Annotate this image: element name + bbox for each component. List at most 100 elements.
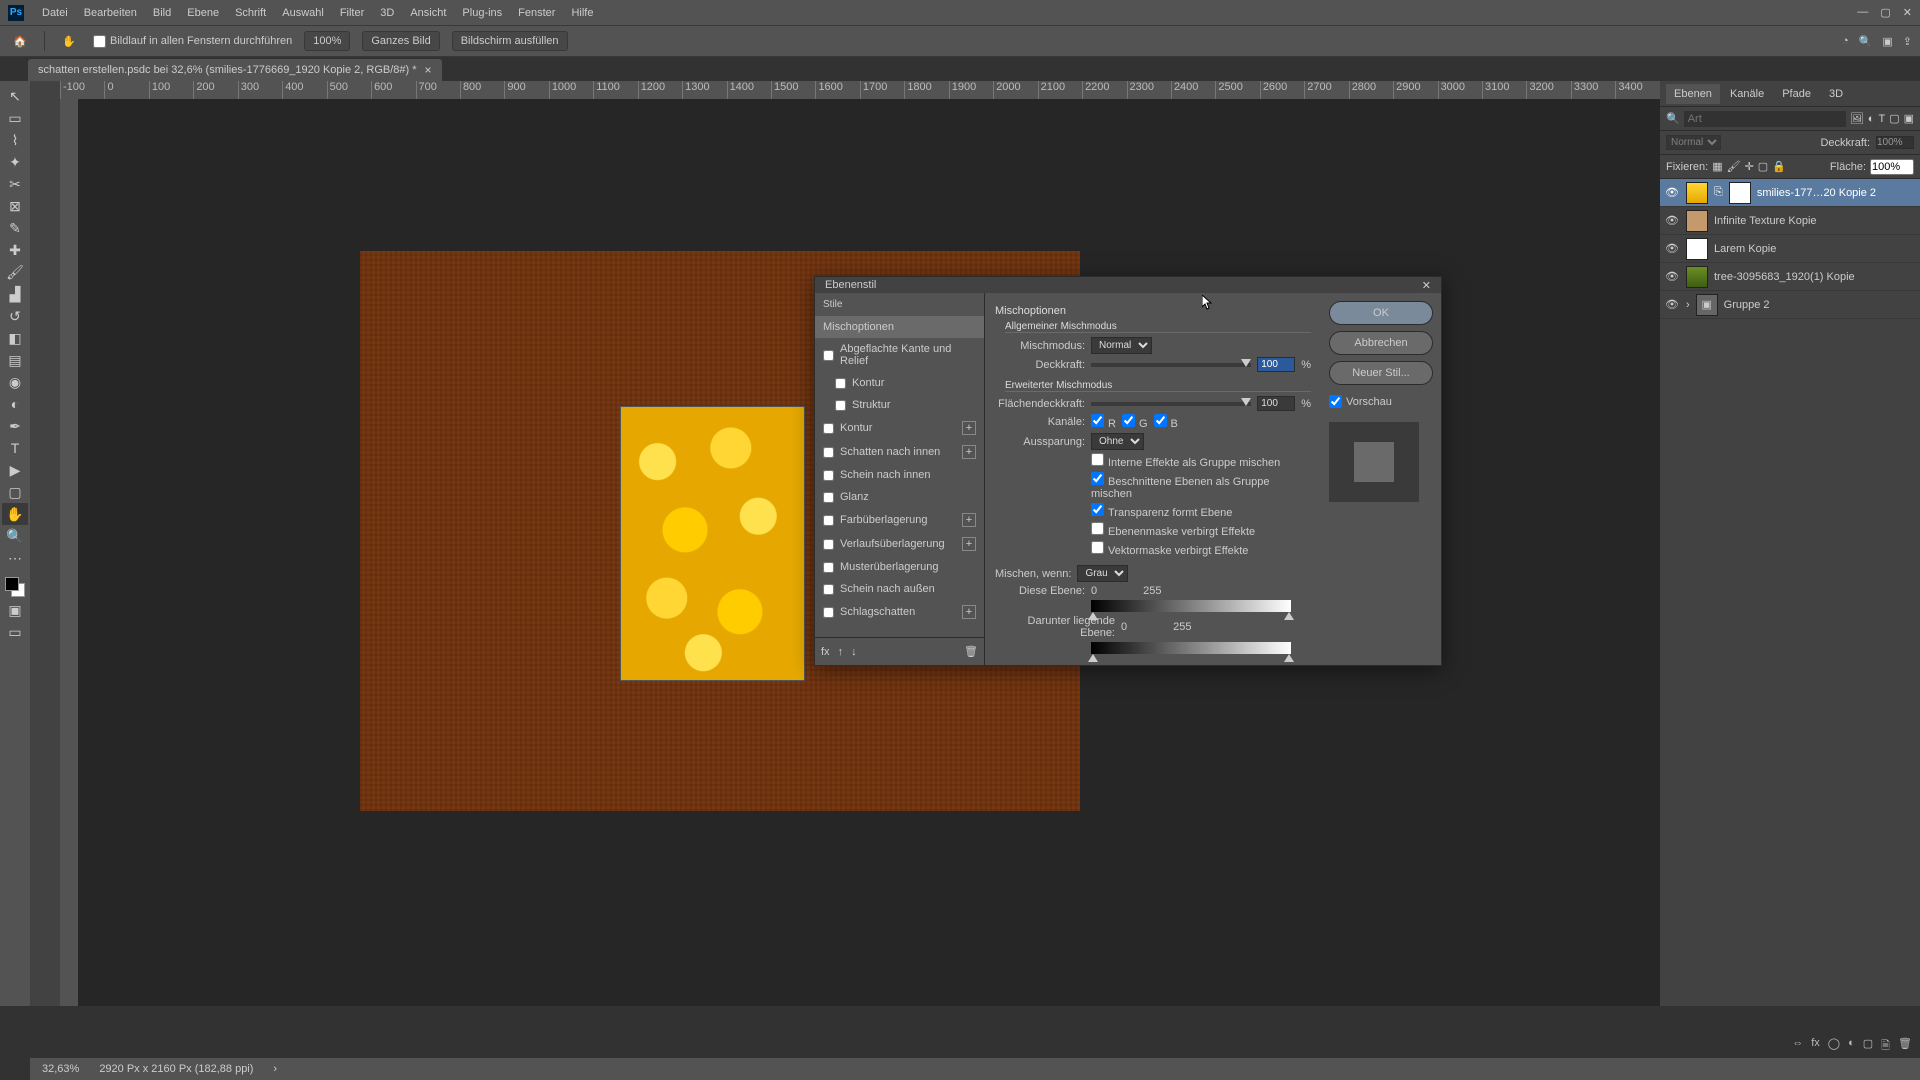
layer-mask-icon[interactable]: ◯ [1828, 1037, 1840, 1056]
cancel-button[interactable]: Abbrechen [1329, 331, 1433, 355]
stamp-tool-icon[interactable]: ▟ [2, 283, 28, 305]
lock-pixels-icon[interactable]: 🖌 [1727, 160, 1741, 173]
move-down-icon[interactable]: ↓ [851, 646, 857, 658]
search-icon[interactable]: 🔍 [1859, 35, 1873, 48]
style-item[interactable]: Schein nach innen [815, 464, 984, 486]
link-icon[interactable]: ⎘ [1714, 186, 1723, 199]
shape-tool-icon[interactable]: ▢ [2, 481, 28, 503]
style-item[interactable]: Mischoptionen [815, 316, 984, 338]
frame-tool-icon[interactable]: ⊠ [2, 195, 28, 217]
layer-row[interactable]: 👁›▣Gruppe 2 [1660, 291, 1920, 319]
delete-layer-icon[interactable]: 🗑 [1898, 1037, 1912, 1056]
lock-position-icon[interactable]: ✛ [1745, 160, 1754, 173]
zoom-level[interactable]: 32,63% [42, 1063, 79, 1075]
dodge-tool-icon[interactable]: ◐ [2, 393, 28, 415]
add-effect-icon[interactable]: + [962, 537, 976, 551]
hand-tool-icon[interactable]: ✋ [57, 29, 81, 53]
visibility-icon[interactable]: 👁 [1664, 298, 1680, 311]
channel-b-checkbox[interactable]: B [1154, 414, 1178, 430]
style-item[interactable]: Musterüberlagerung [815, 556, 984, 578]
window-minimize-icon[interactable]: — [1857, 6, 1868, 19]
transparency-shapes-checkbox[interactable]: Transparenz formt Ebene [1091, 503, 1232, 519]
blend-clipped-checkbox[interactable]: Beschnittene Ebenen als Gruppe mischen [1091, 472, 1311, 500]
window-restore-icon[interactable]: ▢ [1880, 6, 1890, 19]
blur-tool-icon[interactable]: ◉ [2, 371, 28, 393]
pen-tool-icon[interactable]: ✒ [2, 415, 28, 437]
filter-type-icon[interactable]: T [1878, 113, 1885, 125]
blend-interior-checkbox[interactable]: Interne Effekte als Gruppe mischen [1091, 453, 1280, 469]
menu-plug-ins[interactable]: Plug-ins [454, 4, 510, 22]
ok-button[interactable]: OK [1329, 301, 1433, 325]
home-icon[interactable]: 🏠 [8, 29, 32, 53]
quick-mask-icon[interactable]: ▣ [2, 599, 28, 621]
move-tool-icon[interactable]: ↖ [2, 85, 28, 107]
add-effect-icon[interactable]: + [962, 421, 976, 435]
layer-row[interactable]: 👁tree-3095683_1920(1) Kopie [1660, 263, 1920, 291]
panel-tab-kanäle[interactable]: Kanäle [1722, 84, 1772, 104]
cloud-docs-icon[interactable]: ◔ [1842, 35, 1849, 48]
fill-input[interactable] [1870, 159, 1914, 175]
chevron-right-icon[interactable]: › [273, 1063, 277, 1075]
blend-if-select[interactable]: Grau [1077, 565, 1128, 582]
channel-g-checkbox[interactable]: G [1122, 414, 1148, 430]
style-item[interactable]: Kontur+ [815, 416, 984, 440]
add-effect-icon[interactable]: + [962, 445, 976, 459]
visibility-icon[interactable]: 👁 [1664, 214, 1680, 227]
crop-tool-icon[interactable]: ✂ [2, 173, 28, 195]
filter-adjust-icon[interactable]: ◐ [1868, 113, 1875, 125]
fill-opacity-input[interactable] [1257, 396, 1295, 411]
menu-bild[interactable]: Bild [145, 4, 179, 22]
marquee-tool-icon[interactable]: ▭ [2, 107, 28, 129]
opacity-input[interactable] [1876, 136, 1914, 149]
filter-image-icon[interactable]: 🖼 [1850, 112, 1864, 125]
menu-auswahl[interactable]: Auswahl [274, 4, 332, 22]
style-item[interactable]: Kontur [815, 372, 984, 394]
panel-tab-pfade[interactable]: Pfade [1774, 84, 1819, 104]
blend-mode-select[interactable]: Normal [1666, 135, 1721, 150]
panel-tab-ebenen[interactable]: Ebenen [1666, 84, 1720, 104]
knockout-select[interactable]: Ohne [1091, 433, 1144, 450]
eraser-tool-icon[interactable]: ◧ [2, 327, 28, 349]
style-item[interactable]: Farbüberlagerung+ [815, 508, 984, 532]
layer-mask-hides-checkbox[interactable]: Ebenenmaske verbirgt Effekte [1091, 522, 1255, 538]
menu-ansicht[interactable]: Ansicht [402, 4, 454, 22]
lock-transparency-icon[interactable]: ▦ [1712, 160, 1722, 173]
fit-screen-button[interactable]: Ganzes Bild [362, 31, 439, 51]
blend-mode-select[interactable]: Normal [1091, 337, 1152, 354]
menu-3d[interactable]: 3D [372, 4, 402, 22]
layer-row[interactable]: 👁Infinite Texture Kopie [1660, 207, 1920, 235]
preview-checkbox[interactable]: Vorschau [1329, 395, 1433, 408]
workspace-icon[interactable]: ▣ [1882, 35, 1892, 48]
style-item[interactable]: Struktur [815, 394, 984, 416]
filter-smart-icon[interactable]: ▣ [1904, 112, 1914, 125]
layer-filter-input[interactable] [1684, 111, 1846, 127]
opacity-slider[interactable] [1091, 363, 1251, 367]
new-layer-icon[interactable]: 🗎 [1881, 1037, 1890, 1056]
group-icon[interactable]: ▢ [1863, 1037, 1873, 1056]
close-icon[interactable]: × [425, 63, 432, 77]
share-icon[interactable]: ⇪ [1903, 35, 1912, 48]
style-item[interactable]: Schatten nach innen+ [815, 440, 984, 464]
lasso-tool-icon[interactable]: ⌇ [2, 129, 28, 151]
layer-row[interactable]: 👁⎘smilies-177…20 Kopie 2 [1660, 179, 1920, 207]
visibility-icon[interactable]: 👁 [1664, 186, 1680, 199]
dialog-titlebar[interactable]: Ebenenstil ✕ [815, 277, 1441, 293]
channel-r-checkbox[interactable]: R [1091, 414, 1116, 430]
add-effect-icon[interactable]: + [962, 513, 976, 527]
document-info[interactable]: 2920 Px x 2160 Px (182,88 ppi) [99, 1063, 253, 1075]
quick-select-tool-icon[interactable]: ✦ [2, 151, 28, 173]
gradient-tool-icon[interactable]: ▤ [2, 349, 28, 371]
menu-ebene[interactable]: Ebene [179, 4, 227, 22]
fill-opacity-slider[interactable] [1091, 402, 1251, 406]
vector-mask-hides-checkbox[interactable]: Vektormaske verbirgt Effekte [1091, 541, 1248, 557]
fx-menu-icon[interactable]: fx [821, 646, 830, 658]
delete-style-icon[interactable]: 🗑 [964, 645, 978, 658]
link-layers-icon[interactable]: ⇔ [1792, 1037, 1803, 1056]
scroll-all-windows-checkbox[interactable]: Bildlauf in allen Fenstern durchführen [93, 35, 292, 48]
menu-schrift[interactable]: Schrift [227, 4, 274, 22]
menu-filter[interactable]: Filter [332, 4, 372, 22]
layer-row[interactable]: 👁Larem Kopie [1660, 235, 1920, 263]
type-tool-icon[interactable]: T [2, 437, 28, 459]
menu-hilfe[interactable]: Hilfe [563, 4, 601, 22]
underlying-layer-gradient[interactable] [1091, 642, 1291, 654]
